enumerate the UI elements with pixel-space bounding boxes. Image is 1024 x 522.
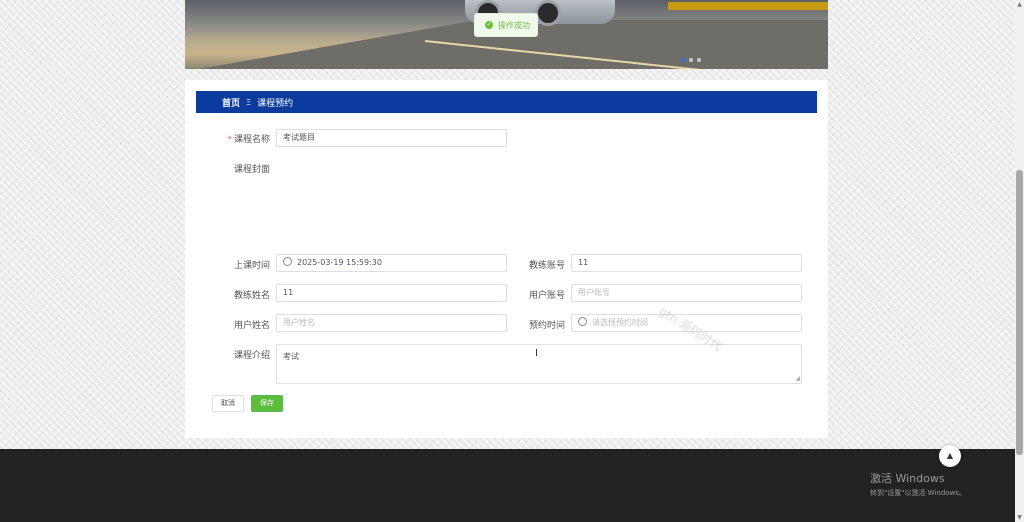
page-footer bbox=[0, 449, 1015, 522]
user-name-input[interactable]: 用户姓名 bbox=[276, 314, 507, 332]
booking-form-card: 首页 Ξ 课程预约 * 课程名称 考试题目 课程封面 上课时间 2025-03-1… bbox=[185, 80, 828, 438]
carousel-dot[interactable] bbox=[681, 58, 685, 62]
scroll-up-icon[interactable]: ▲ bbox=[1015, 0, 1024, 9]
resize-handle-icon[interactable]: ◢ bbox=[795, 375, 800, 382]
clock-icon bbox=[578, 317, 587, 326]
coach-account-label: 教练账号 bbox=[528, 261, 565, 271]
class-time-label: 上课时间 bbox=[233, 261, 270, 271]
coach-name-input[interactable]: 11 bbox=[276, 284, 507, 302]
class-time-input[interactable]: 2025-03-19 15:59:30 bbox=[276, 254, 507, 272]
car-wheel bbox=[535, 0, 561, 26]
breadcrumb: 首页 Ξ 课程预约 bbox=[196, 91, 817, 113]
activation-subtitle: 转到"设置"以激活 Windows。 bbox=[870, 489, 966, 497]
user-account-input[interactable]: 用户账号 bbox=[571, 284, 802, 302]
carousel-dot[interactable] bbox=[697, 58, 701, 62]
breadcrumb-home[interactable]: 首页 bbox=[222, 96, 240, 109]
toast-message: 操作成功 bbox=[498, 20, 530, 30]
scroll-down-icon[interactable]: ▼ bbox=[1015, 513, 1024, 522]
check-circle-icon: ✓ bbox=[485, 21, 493, 29]
scroll-thumb[interactable] bbox=[1016, 170, 1023, 455]
banner-strip bbox=[668, 2, 828, 10]
arrow-up-icon: ▲ bbox=[946, 451, 954, 460]
save-button[interactable]: 保存 bbox=[251, 395, 283, 412]
text-cursor-icon: I bbox=[535, 348, 538, 359]
coach-name-label: 教练姓名 bbox=[233, 291, 270, 301]
course-intro-label: 课程介绍 bbox=[233, 351, 270, 361]
breadcrumb-separator-icon: Ξ bbox=[246, 97, 252, 107]
coach-account-input[interactable]: 11 bbox=[571, 254, 802, 272]
course-name-label: * 课程名称 bbox=[227, 135, 270, 145]
booking-time-label: 预约时间 bbox=[528, 321, 565, 331]
windows-activation-notice: 激活 Windows 转到"设置"以激活 Windows。 bbox=[870, 470, 966, 498]
page-scrollbar[interactable]: ▲ ▼ bbox=[1015, 0, 1024, 522]
success-toast: ✓ 操作成功 bbox=[474, 13, 538, 37]
course-intro-textarea[interactable]: 考试 ◢ bbox=[276, 344, 802, 384]
user-account-label: 用户账号 bbox=[528, 291, 565, 301]
required-mark: * bbox=[227, 135, 232, 145]
cancel-button[interactable]: 取消 bbox=[212, 395, 244, 412]
back-to-top-button[interactable]: ▲ bbox=[939, 445, 961, 467]
activation-title: 激活 Windows bbox=[870, 472, 945, 485]
course-cover-label: 课程封面 bbox=[233, 165, 270, 175]
carousel-indicators bbox=[681, 58, 701, 62]
carousel-dot[interactable] bbox=[689, 58, 693, 62]
clock-icon bbox=[283, 257, 292, 266]
user-name-label: 用户姓名 bbox=[233, 321, 270, 331]
course-name-input[interactable]: 考试题目 bbox=[276, 129, 507, 147]
breadcrumb-current: 课程预约 bbox=[257, 98, 294, 109]
